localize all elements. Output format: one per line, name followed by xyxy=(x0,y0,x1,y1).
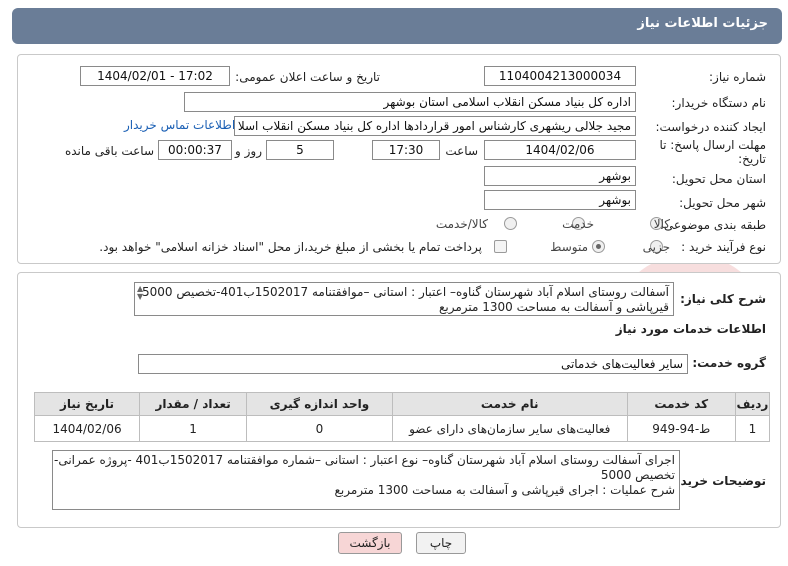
category-radio-goods-service[interactable] xyxy=(504,217,517,230)
process-radio-medium[interactable] xyxy=(592,240,605,253)
days-field: 5 xyxy=(266,140,334,160)
process-label: نوع فرآیند خرید : xyxy=(681,240,766,254)
col-service-code: کد خدمت xyxy=(626,392,736,416)
buyer-notes-textarea[interactable]: اجرای آسفالت روستای اسلام آباد شهرستان گ… xyxy=(52,450,680,510)
province-label: استان محل تحویل: xyxy=(671,172,766,186)
services-section-title: اطلاعات خدمات مورد نیاز xyxy=(615,322,766,336)
process-option-minor: جزیی xyxy=(642,240,670,254)
treasury-checkbox[interactable] xyxy=(494,240,507,253)
buyer-notes-line-1: اجرای آسفالت روستای اسلام آباد شهرستان گ… xyxy=(53,453,675,467)
cell-quantity: 1 xyxy=(139,415,248,442)
col-row: ردیف xyxy=(734,392,771,416)
cell-need-date: 1404/02/06 xyxy=(33,415,141,442)
buyer-contact-link[interactable]: اطلاعات تماس خریدار xyxy=(124,118,235,132)
time-label: ساعت xyxy=(445,144,478,158)
remaining-label: ساعت باقی مانده xyxy=(64,144,154,158)
cell-row: 1 xyxy=(734,415,771,442)
summary-line-2: قیرپاشی و آسفالت به مساحت 1300 مترمربع xyxy=(438,300,669,314)
table-header-row: ردیف کد خدمت نام خدمت واحد اندازه گیری ت… xyxy=(33,392,771,416)
need-number-field: 1104004213000034 xyxy=(484,66,636,86)
summary-line-1: آسفالت روستای اسلام آباد شهرستان گناوه– … xyxy=(141,285,669,299)
table-row: 1 ط-94-949 فعالیت‌های سایر سازمان‌های دا… xyxy=(33,415,771,442)
remaining-time-field: 00:00:37 xyxy=(158,140,232,160)
service-group-field: سایر فعالیت‌های خدماتی xyxy=(138,354,688,374)
category-option-goods: کالا xyxy=(653,217,670,231)
category-label: طبقه بندی موضوعی: xyxy=(659,218,766,232)
back-button[interactable]: بازگشت xyxy=(338,532,402,554)
category-option-service: خدمت xyxy=(562,217,594,231)
buyer-org-field: اداره کل بنیاد مسکن انقلاب اسلامی استان … xyxy=(184,92,636,112)
need-number-label: شماره نیاز: xyxy=(709,70,766,84)
services-table: ردیف کد خدمت نام خدمت واحد اندازه گیری ت… xyxy=(33,392,771,442)
service-group-label: گروه خدمت: xyxy=(692,356,766,370)
scroll-arrows-icon[interactable]: ▲ ▼ xyxy=(137,285,143,301)
col-unit: واحد اندازه گیری xyxy=(246,392,393,416)
buyer-notes-line-3: شرح عملیات : اجرای قیرپاشی و آسفالت به م… xyxy=(334,483,676,497)
process-option-medium: متوسط xyxy=(550,240,588,254)
cell-service-code: ط-94-949 xyxy=(626,415,736,442)
province-field: بوشهر xyxy=(484,166,636,186)
summary-label: شرح کلی نیاز: xyxy=(680,292,766,306)
deadline-date-field: 1404/02/06 xyxy=(484,140,636,160)
deadline-label: مهلت ارسال پاسخ: تا xyxy=(659,138,766,152)
print-button[interactable]: چاپ xyxy=(416,532,466,554)
summary-textarea[interactable]: آسفالت روستای اسلام آباد شهرستان گناوه– … xyxy=(134,282,674,316)
city-field: بوشهر xyxy=(484,190,636,210)
page-header: جزئیات اطلاعات نیاز xyxy=(12,8,782,44)
buyer-org-label: نام دستگاه خریدار: xyxy=(671,96,767,110)
deadline-time-field: 17:30 xyxy=(372,140,440,160)
requester-label: ایجاد کننده درخواست: xyxy=(655,120,766,134)
announce-field: 1404/02/01 - 17:02 xyxy=(80,66,230,86)
category-option-goods-service: کالا/خدمت xyxy=(435,217,488,231)
buyer-notes-line-2: تخصیص 5000 xyxy=(600,468,675,482)
payment-note: پرداخت تمام یا بخشی از مبلغ خرید،از محل … xyxy=(99,240,482,254)
requester-field: مجید جلالی ریشهری کارشناس امور قراردادها… xyxy=(234,116,636,136)
page-title: جزئیات اطلاعات نیاز xyxy=(637,16,768,31)
col-need-date: تاریخ نیاز xyxy=(33,392,141,416)
days-label: روز و xyxy=(235,144,262,158)
col-service-name: نام خدمت xyxy=(391,392,628,416)
cell-unit: 0 xyxy=(246,415,393,442)
col-quantity: تعداد / مقدار xyxy=(139,392,248,416)
announce-label: تاریخ و ساعت اعلان عمومی: xyxy=(235,70,380,84)
cell-service-name: فعالیت‌های سایر سازمان‌های دارای عضو xyxy=(391,415,628,442)
city-label: شهر محل تحویل: xyxy=(679,196,766,210)
deadline-date-label: تاریخ: xyxy=(738,152,766,166)
